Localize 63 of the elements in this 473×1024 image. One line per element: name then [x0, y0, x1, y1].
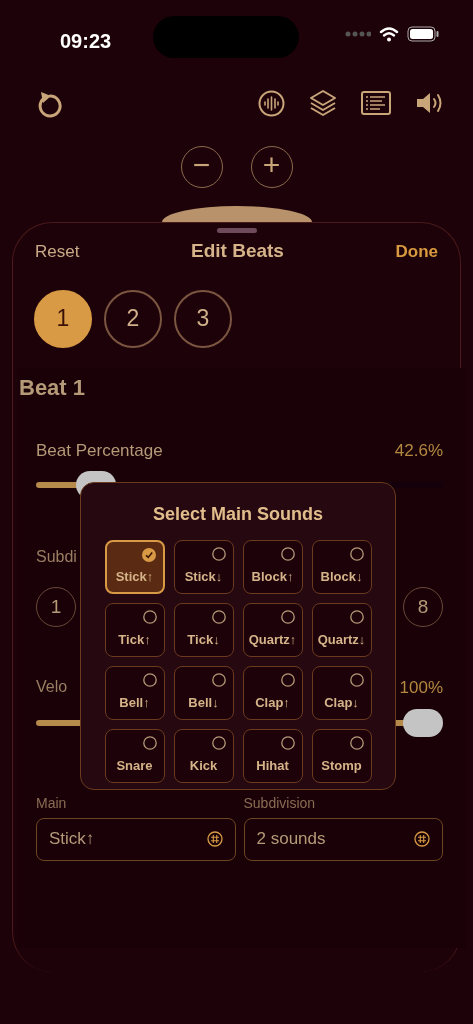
- wifi-icon: [379, 26, 399, 42]
- status-time: 09:23: [60, 29, 112, 54]
- sound-option[interactable]: Stick↓: [173, 540, 234, 594]
- checkmark-icon: [141, 548, 156, 562]
- sound-option[interactable]: Clap↓: [311, 666, 372, 720]
- sound-option[interactable]: Clap↑: [242, 666, 303, 720]
- sound-field[interactable]: Stick↑: [36, 817, 236, 861]
- reset-button[interactable]: Reset: [35, 238, 80, 264]
- slider-label: Beat Percentage: [36, 439, 163, 462]
- sound-field[interactable]: 2 sounds: [243, 817, 443, 861]
- grid-icon: [206, 831, 223, 847]
- slider-label: Velo: [36, 677, 68, 697]
- layers-icon: [309, 89, 337, 117]
- signal-icon: [345, 31, 371, 37]
- popover-title: Select Main Sounds: [151, 503, 324, 526]
- done-button[interactable]: Done: [395, 238, 438, 264]
- radio-icon: [211, 736, 226, 750]
- sound-option[interactable]: Block↑: [242, 540, 303, 594]
- radio-icon: [349, 547, 364, 561]
- layers-button[interactable]: [309, 89, 337, 117]
- radio-icon: [349, 610, 364, 624]
- sound-option[interactable]: Tick↓: [173, 603, 234, 657]
- radio-icon: [349, 736, 364, 750]
- section-title: Beat 1: [18, 373, 87, 402]
- beat-button[interactable]: 1: [34, 289, 92, 348]
- sheet-title: Edit Beats: [191, 239, 284, 263]
- radio-icon: [211, 673, 226, 687]
- sound-option[interactable]: Bell↓: [173, 666, 234, 720]
- sound-option[interactable]: Stick↑: [104, 540, 165, 594]
- radio-icon: [280, 610, 295, 624]
- field-label: Main: [36, 793, 68, 813]
- battery-icon: [407, 26, 439, 42]
- field-label: Subdivision: [243, 793, 317, 813]
- sound-option[interactable]: Snare: [104, 729, 165, 783]
- waveform-button[interactable]: [258, 89, 285, 117]
- sound-option[interactable]: Quartz↓: [311, 603, 372, 657]
- sound-option[interactable]: Hihat: [242, 729, 303, 783]
- radio-icon: [280, 547, 295, 561]
- grid-icon: [414, 831, 430, 847]
- sound-option[interactable]: Kick: [173, 729, 234, 783]
- radio-icon: [142, 736, 157, 750]
- waveform-icon: [258, 89, 285, 117]
- radio-icon: [142, 673, 157, 687]
- radio-icon: [142, 610, 157, 624]
- radio-icon: [211, 610, 226, 624]
- slider-thumb[interactable]: [403, 708, 443, 737]
- list-icon: [361, 91, 391, 115]
- sheet-grabber[interactable]: [216, 228, 257, 233]
- list-button[interactable]: [361, 91, 391, 115]
- beat-button[interactable]: 3: [174, 289, 232, 348]
- sound-option[interactable]: Bell↑: [104, 666, 165, 720]
- radio-icon: [280, 736, 295, 750]
- section-label: Subdi: [36, 547, 77, 567]
- radio-icon: [349, 673, 364, 687]
- sound-option[interactable]: Block↓: [311, 540, 372, 594]
- beat-button[interactable]: 2: [104, 289, 162, 348]
- sound-option[interactable]: Tick↑: [104, 603, 165, 657]
- radio-icon: [211, 547, 226, 561]
- sound-option[interactable]: Quartz↑: [242, 603, 303, 657]
- sound-option[interactable]: Stomp: [311, 729, 372, 783]
- slider-value: 42.6%: [394, 439, 443, 462]
- radio-icon: [280, 673, 295, 687]
- slider-value: 100%: [399, 677, 443, 699]
